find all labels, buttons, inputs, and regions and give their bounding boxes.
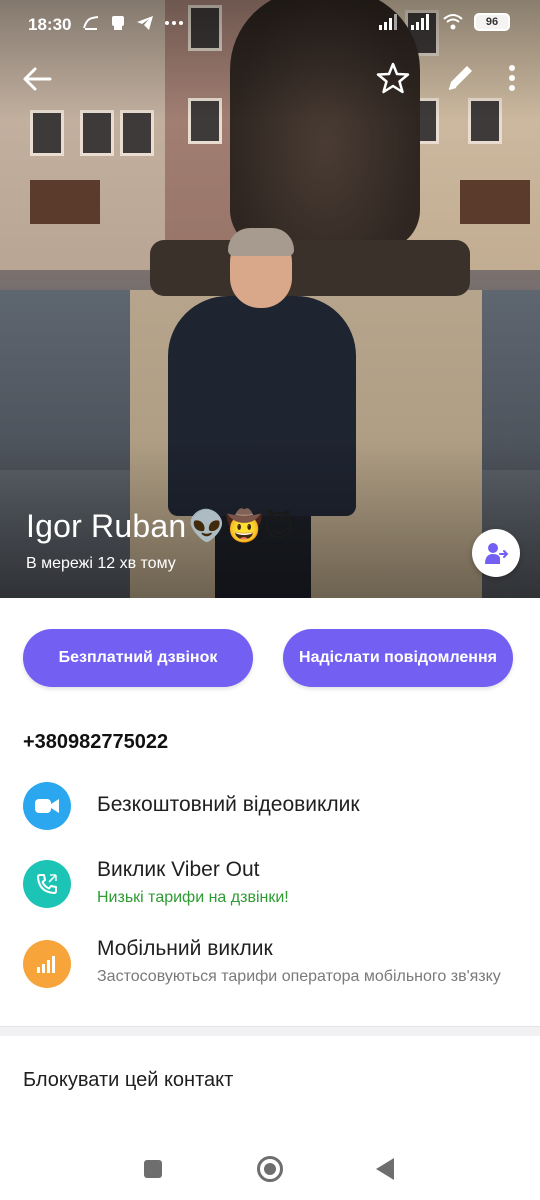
back-triangle-icon[interactable] <box>376 1158 394 1180</box>
favorite-star-icon[interactable] <box>375 60 411 96</box>
cafe-awning <box>30 180 100 224</box>
edit-pencil-icon[interactable] <box>444 60 478 94</box>
battery-level: 96 <box>485 16 499 28</box>
option-viber-out[interactable]: Виклик Viber Out Низькі тарифи на дзвінк… <box>0 858 540 930</box>
share-contact-button[interactable] <box>472 529 520 577</box>
option-subtitle: Низькі тарифи на дзвінки! <box>97 889 289 906</box>
status-system-icons: 96 <box>378 13 510 31</box>
signal-icon <box>411 14 429 30</box>
home-circle-icon[interactable] <box>257 1156 283 1182</box>
contact-name: Igor Ruban <box>26 508 187 544</box>
wifi-icon <box>443 14 463 30</box>
video-camera-icon <box>23 782 71 830</box>
share-contact-icon <box>485 543 509 564</box>
system-nav-bar <box>0 1140 540 1200</box>
block-contact-button[interactable]: Блокувати цей контакт <box>23 1069 233 1092</box>
free-call-button[interactable]: Безплатний дзвінок <box>23 629 253 687</box>
battery-icon: 96 <box>474 13 510 31</box>
option-title: Безкоштовний відеовиклик <box>97 793 360 816</box>
option-subtitle: Застосовуються тарифи оператора мобільно… <box>97 968 501 985</box>
name-emojis: 👽🤠😈 <box>188 510 295 543</box>
send-message-button[interactable]: Надіслати повідомлення <box>283 629 513 687</box>
person-hair <box>228 228 294 256</box>
telegram-icon <box>137 16 153 30</box>
status-bar: 18:30 96 <box>0 0 540 50</box>
notification-icon <box>112 16 124 30</box>
phone-number[interactable]: +380982775022 <box>23 731 168 754</box>
cafe-awning <box>460 180 530 224</box>
statue-base <box>150 240 470 296</box>
signal-icon <box>379 14 397 30</box>
option-video-call[interactable]: Безкоштовний відеовиклик <box>0 782 540 852</box>
more-vertical-icon[interactable] <box>502 60 522 96</box>
signal-bars-icon <box>23 940 71 988</box>
contact-name-row: Igor Ruban 👽🤠😈 <box>26 508 294 545</box>
section-divider <box>0 1026 540 1036</box>
option-title: Виклик Viber Out <box>97 858 260 881</box>
wave-icon <box>83 16 99 30</box>
top-app-bar <box>0 54 540 102</box>
more-dots-icon <box>165 21 183 25</box>
recents-square-icon[interactable] <box>144 1160 162 1178</box>
presence-status: В мережі 12 хв тому <box>26 555 176 572</box>
status-time: 18:30 <box>28 15 72 34</box>
viber-out-phone-icon <box>23 860 71 908</box>
option-mobile-call[interactable]: Мобільний виклик Застосовуються тарифи о… <box>0 937 540 1010</box>
back-arrow-icon[interactable] <box>20 62 54 96</box>
option-title: Мобільний виклик <box>97 937 273 960</box>
status-notification-icons <box>82 14 185 32</box>
